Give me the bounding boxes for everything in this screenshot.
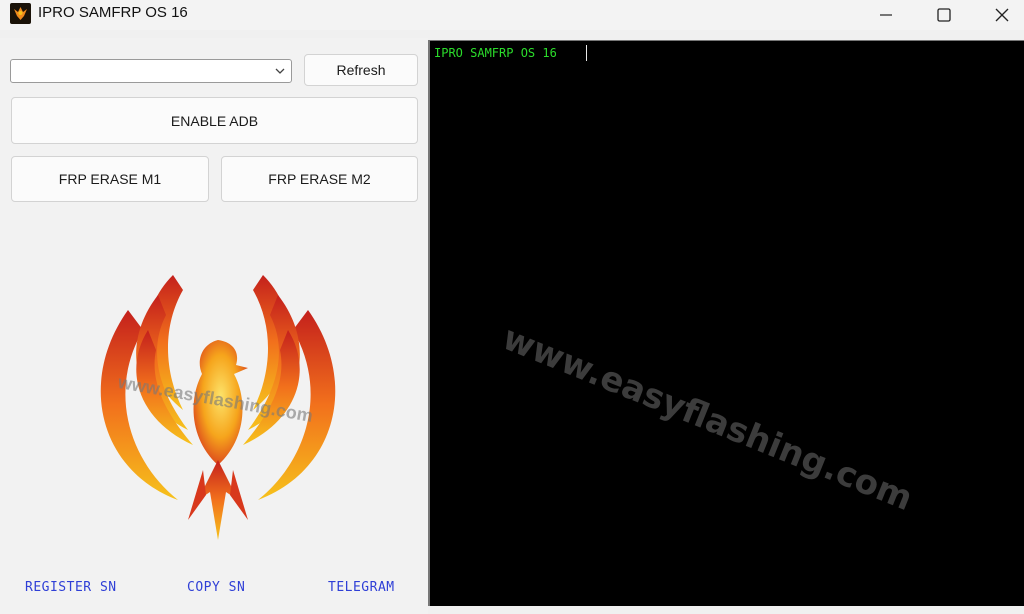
frp-erase-m2-button[interactable]: FRP ERASE M2: [221, 156, 418, 202]
console-text: IPRO SAMFRP OS 16: [434, 46, 557, 60]
phoenix-icon: [10, 3, 31, 24]
minimize-button[interactable]: [858, 0, 914, 30]
refresh-button[interactable]: Refresh: [304, 54, 418, 86]
chevron-down-icon: [275, 68, 285, 74]
close-button[interactable]: [974, 0, 1024, 30]
telegram-link[interactable]: TELEGRAM: [328, 580, 395, 595]
frp-erase-m1-button[interactable]: FRP ERASE M1: [11, 156, 209, 202]
title-bar: IPRO SAMFRP OS 16: [0, 0, 1024, 30]
maximize-icon: [937, 8, 951, 22]
enable-adb-button[interactable]: ENABLE ADB: [11, 97, 418, 144]
window-title: IPRO SAMFRP OS 16: [38, 4, 188, 21]
close-icon: [995, 8, 1009, 22]
maximize-button[interactable]: [916, 0, 972, 30]
device-select[interactable]: [10, 59, 292, 83]
copy-sn-link[interactable]: COPY SN: [187, 580, 245, 595]
text-cursor: [586, 45, 587, 61]
minimize-icon: [880, 14, 892, 16]
register-sn-link[interactable]: REGISTER SN: [25, 580, 117, 595]
